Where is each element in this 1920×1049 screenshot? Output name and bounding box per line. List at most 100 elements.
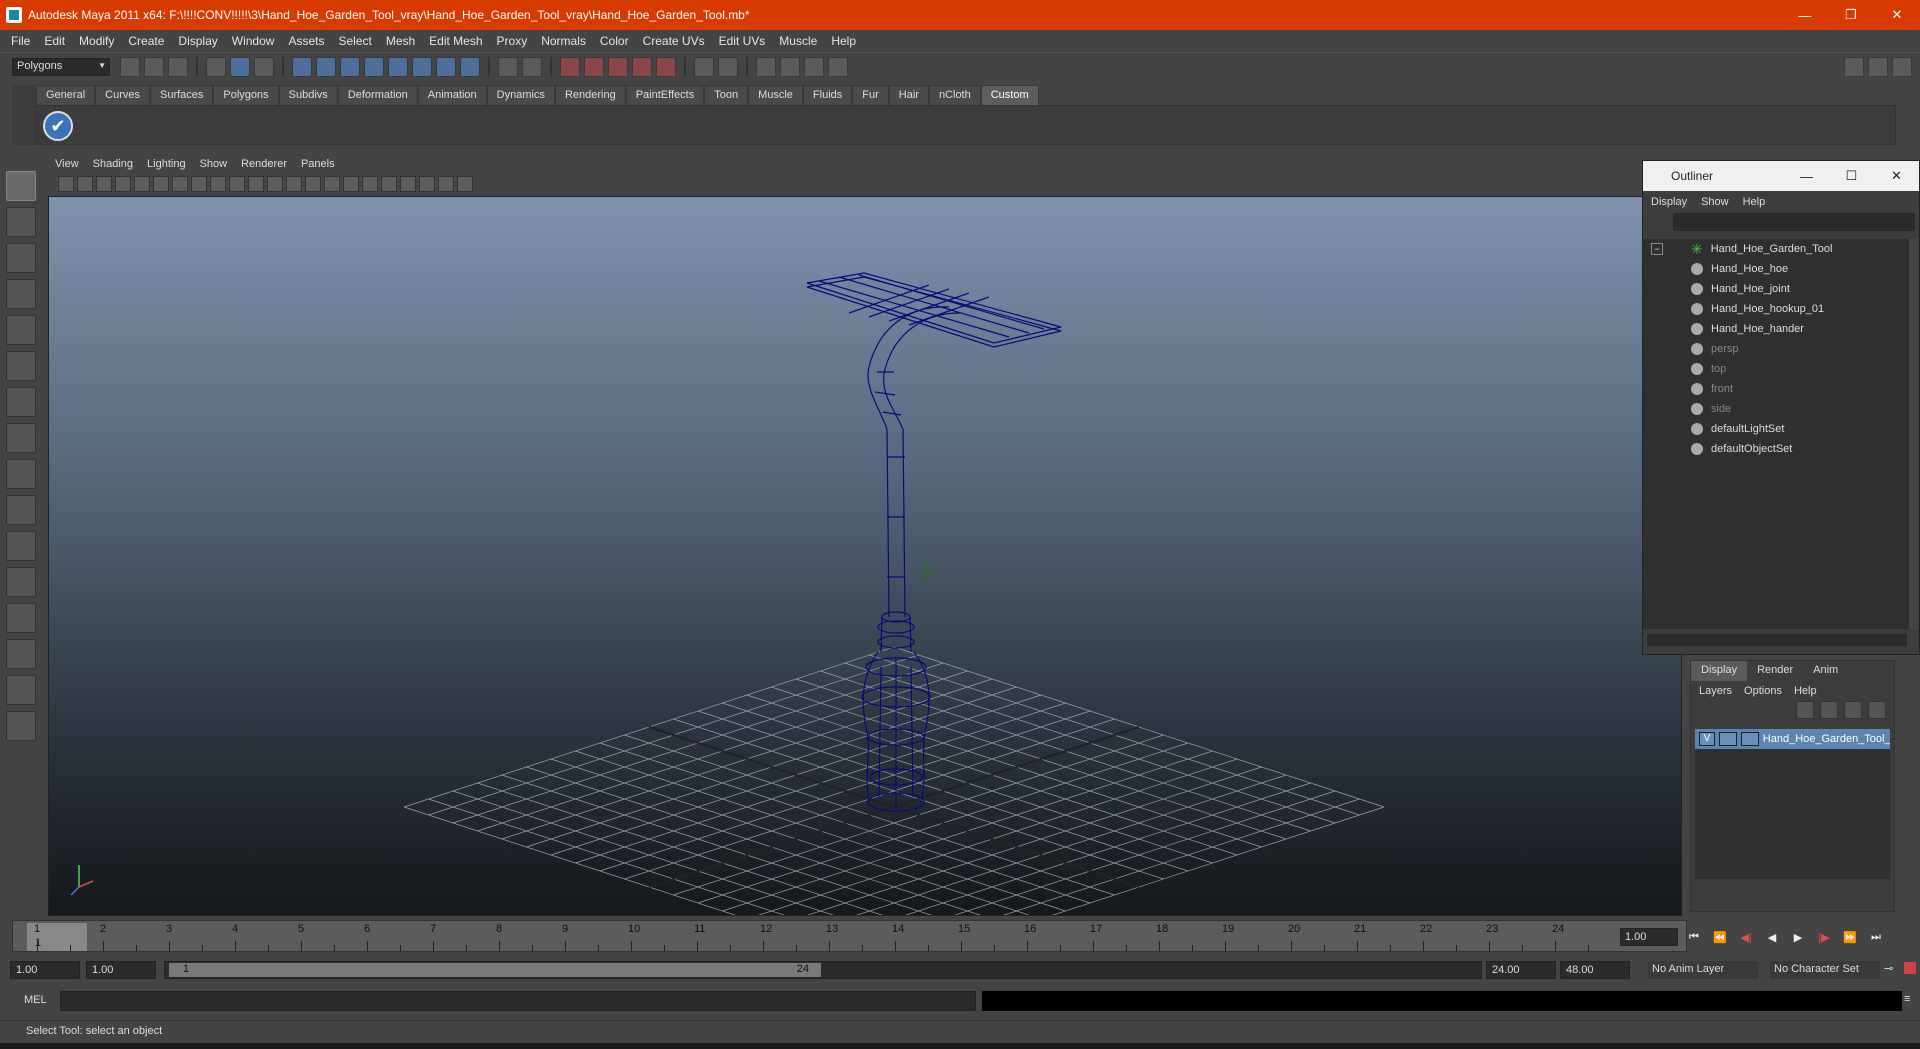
outliner-vertical-scrollbar[interactable] xyxy=(1909,239,1919,629)
manipulator-tool-icon[interactable] xyxy=(6,387,36,417)
isolate-select-icon[interactable] xyxy=(400,176,416,192)
create-empty-layer-icon[interactable] xyxy=(1844,701,1862,719)
pick-handles-icon[interactable] xyxy=(292,56,312,77)
panel-menu-renderer[interactable]: Renderer xyxy=(234,156,294,174)
panel-menu-shading[interactable]: Shading xyxy=(86,156,140,174)
shelf-tab-animation[interactable]: Animation xyxy=(417,85,487,105)
xray-joints-icon[interactable] xyxy=(438,176,454,192)
outliner-item[interactable]: Hand_Hoe_hookup_01 xyxy=(1643,299,1911,319)
menu-file[interactable]: File xyxy=(4,34,37,48)
highlight-selection-icon[interactable] xyxy=(522,56,542,77)
menu-edit-mesh[interactable]: Edit Mesh xyxy=(422,34,489,48)
layer-color-swatch[interactable] xyxy=(1740,732,1759,746)
shelf-tab-deformation[interactable]: Deformation xyxy=(337,85,418,105)
outliner-horizontal-scrollbar[interactable] xyxy=(1647,634,1907,646)
layer-playback-toggle[interactable] xyxy=(1718,732,1737,746)
outliner-minimize-button[interactable]: — xyxy=(1784,169,1829,184)
anim-preferences-icon[interactable] xyxy=(1904,962,1916,974)
open-scene-icon[interactable] xyxy=(144,56,164,77)
playback-end-field[interactable]: 24.00 xyxy=(1486,961,1556,979)
paint-select-tool-icon[interactable] xyxy=(6,243,36,273)
shelf-tab-subdivs[interactable]: Subdivs xyxy=(278,85,338,105)
layer-tab-render[interactable]: Render xyxy=(1747,661,1803,681)
restore-button[interactable]: ❐ xyxy=(1828,0,1874,30)
outliner-item[interactable]: defaultObjectSet xyxy=(1643,439,1911,459)
ipr-render-icon[interactable] xyxy=(804,56,824,77)
outliner-menu-display[interactable]: Display xyxy=(1651,196,1701,208)
input-output-icon[interactable] xyxy=(718,56,738,77)
menu-edit-uvs[interactable]: Edit UVs xyxy=(712,34,773,48)
shelf-tab-general[interactable]: General xyxy=(36,85,96,105)
snap-curve-icon[interactable] xyxy=(584,56,604,77)
show-attribute-editor-icon[interactable] xyxy=(1844,57,1864,77)
menu-display[interactable]: Display xyxy=(171,34,224,48)
single-perspective-layout-icon[interactable] xyxy=(6,531,36,561)
outliner-item[interactable]: defaultLightSet xyxy=(1643,419,1911,439)
shelf-tab-curves[interactable]: Curves xyxy=(95,85,150,105)
shelf-tab-ncloth[interactable]: nCloth xyxy=(928,85,981,105)
shelf-tab-hair[interactable]: Hair xyxy=(888,85,929,105)
shadows-icon[interactable] xyxy=(381,176,397,192)
film-gate-icon[interactable] xyxy=(153,176,169,192)
wireframe-icon[interactable] xyxy=(267,176,283,192)
outliner-item[interactable]: Hand_Hoe_joint xyxy=(1643,279,1911,299)
go-to-end-icon[interactable]: ⏭ xyxy=(1866,928,1886,946)
outliner-menu-help[interactable]: Help xyxy=(1743,196,1780,208)
snap-point-icon[interactable] xyxy=(608,56,628,77)
select-hierarchy-icon[interactable] xyxy=(206,56,226,77)
lasso-tool-icon[interactable] xyxy=(6,207,36,237)
image-plane-icon[interactable] xyxy=(115,176,131,192)
rotate-tool-icon[interactable] xyxy=(6,315,36,345)
save-scene-icon[interactable] xyxy=(168,56,188,77)
collapse-icon[interactable]: − xyxy=(1651,243,1663,255)
shelf-options-strip[interactable] xyxy=(12,85,36,145)
layer-tab-anim[interactable]: Anim xyxy=(1803,661,1848,681)
step-back-key-icon[interactable]: ⏪ xyxy=(1710,928,1730,946)
pick-rendering-icon[interactable] xyxy=(436,56,456,77)
show-tool-settings-icon[interactable] xyxy=(1868,57,1888,77)
command-language-label[interactable]: MEL xyxy=(24,994,47,1006)
pick-dynamics-icon[interactable] xyxy=(412,56,432,77)
render-frame-icon[interactable] xyxy=(780,56,800,77)
anim-layer-dropdown[interactable]: No Anim Layer xyxy=(1648,961,1758,979)
menu-edit[interactable]: Edit xyxy=(37,34,72,48)
make-live-icon[interactable] xyxy=(656,56,676,77)
shelf-tab-surfaces[interactable]: Surfaces xyxy=(149,85,214,105)
play-forwards-icon[interactable]: ▶ xyxy=(1788,928,1808,946)
time-slider[interactable]: 1 1 2 3 4 5 6 7 8 9 10 11 12 13 14 15 16 17 18 19 20 21 22 23 2… xyxy=(12,920,1687,952)
play-backwards-icon[interactable]: ◀ xyxy=(1762,928,1782,946)
checkmark-icon[interactable]: ✔ xyxy=(43,111,73,141)
menu-muscle[interactable]: Muscle xyxy=(772,34,824,48)
pick-curves-icon[interactable] xyxy=(340,56,360,77)
construction-history-icon[interactable] xyxy=(694,56,714,77)
shelf-tab-fluids[interactable]: Fluids xyxy=(802,85,853,105)
shelf-tab-custom[interactable]: Custom xyxy=(980,85,1039,105)
menu-create-uvs[interactable]: Create UVs xyxy=(636,34,712,48)
menu-set-select[interactable]: Polygons xyxy=(12,57,110,76)
go-to-start-icon[interactable]: ⏮ xyxy=(1684,928,1704,946)
select-object-icon[interactable] xyxy=(230,56,250,77)
playback-start-field[interactable]: 1.00 xyxy=(86,961,156,979)
shelf-tab-toon[interactable]: Toon xyxy=(704,85,749,105)
layer-menu-help[interactable]: Help xyxy=(1794,685,1829,697)
textured-icon[interactable] xyxy=(324,176,340,192)
menu-mesh[interactable]: Mesh xyxy=(379,34,422,48)
shelf-tab-dynamics[interactable]: Dynamics xyxy=(486,85,555,105)
menu-normals[interactable]: Normals xyxy=(534,34,593,48)
end-time-field[interactable]: 48.00 xyxy=(1560,961,1630,979)
bookmark-icon[interactable] xyxy=(96,176,112,192)
step-forward-key-icon[interactable]: ⏩ xyxy=(1840,928,1860,946)
render-settings-icon[interactable] xyxy=(828,56,848,77)
step-back-frame-icon[interactable]: ◀| xyxy=(1736,928,1756,946)
scale-tool-icon[interactable] xyxy=(6,351,36,381)
render-view-icon[interactable] xyxy=(756,56,776,77)
perspective-viewport[interactable] xyxy=(48,196,1682,916)
menu-modify[interactable]: Modify xyxy=(72,34,121,48)
layer-menu-layers[interactable]: Layers xyxy=(1699,685,1744,697)
menu-color[interactable]: Color xyxy=(593,34,636,48)
outliner-filter-field[interactable] xyxy=(1673,213,1915,231)
wireframe-on-shaded-icon[interactable] xyxy=(305,176,321,192)
start-time-field[interactable]: 1.00 xyxy=(10,961,80,979)
move-layer-down-icon[interactable] xyxy=(1820,701,1838,719)
show-manipulator-tool-icon[interactable] xyxy=(6,459,36,489)
